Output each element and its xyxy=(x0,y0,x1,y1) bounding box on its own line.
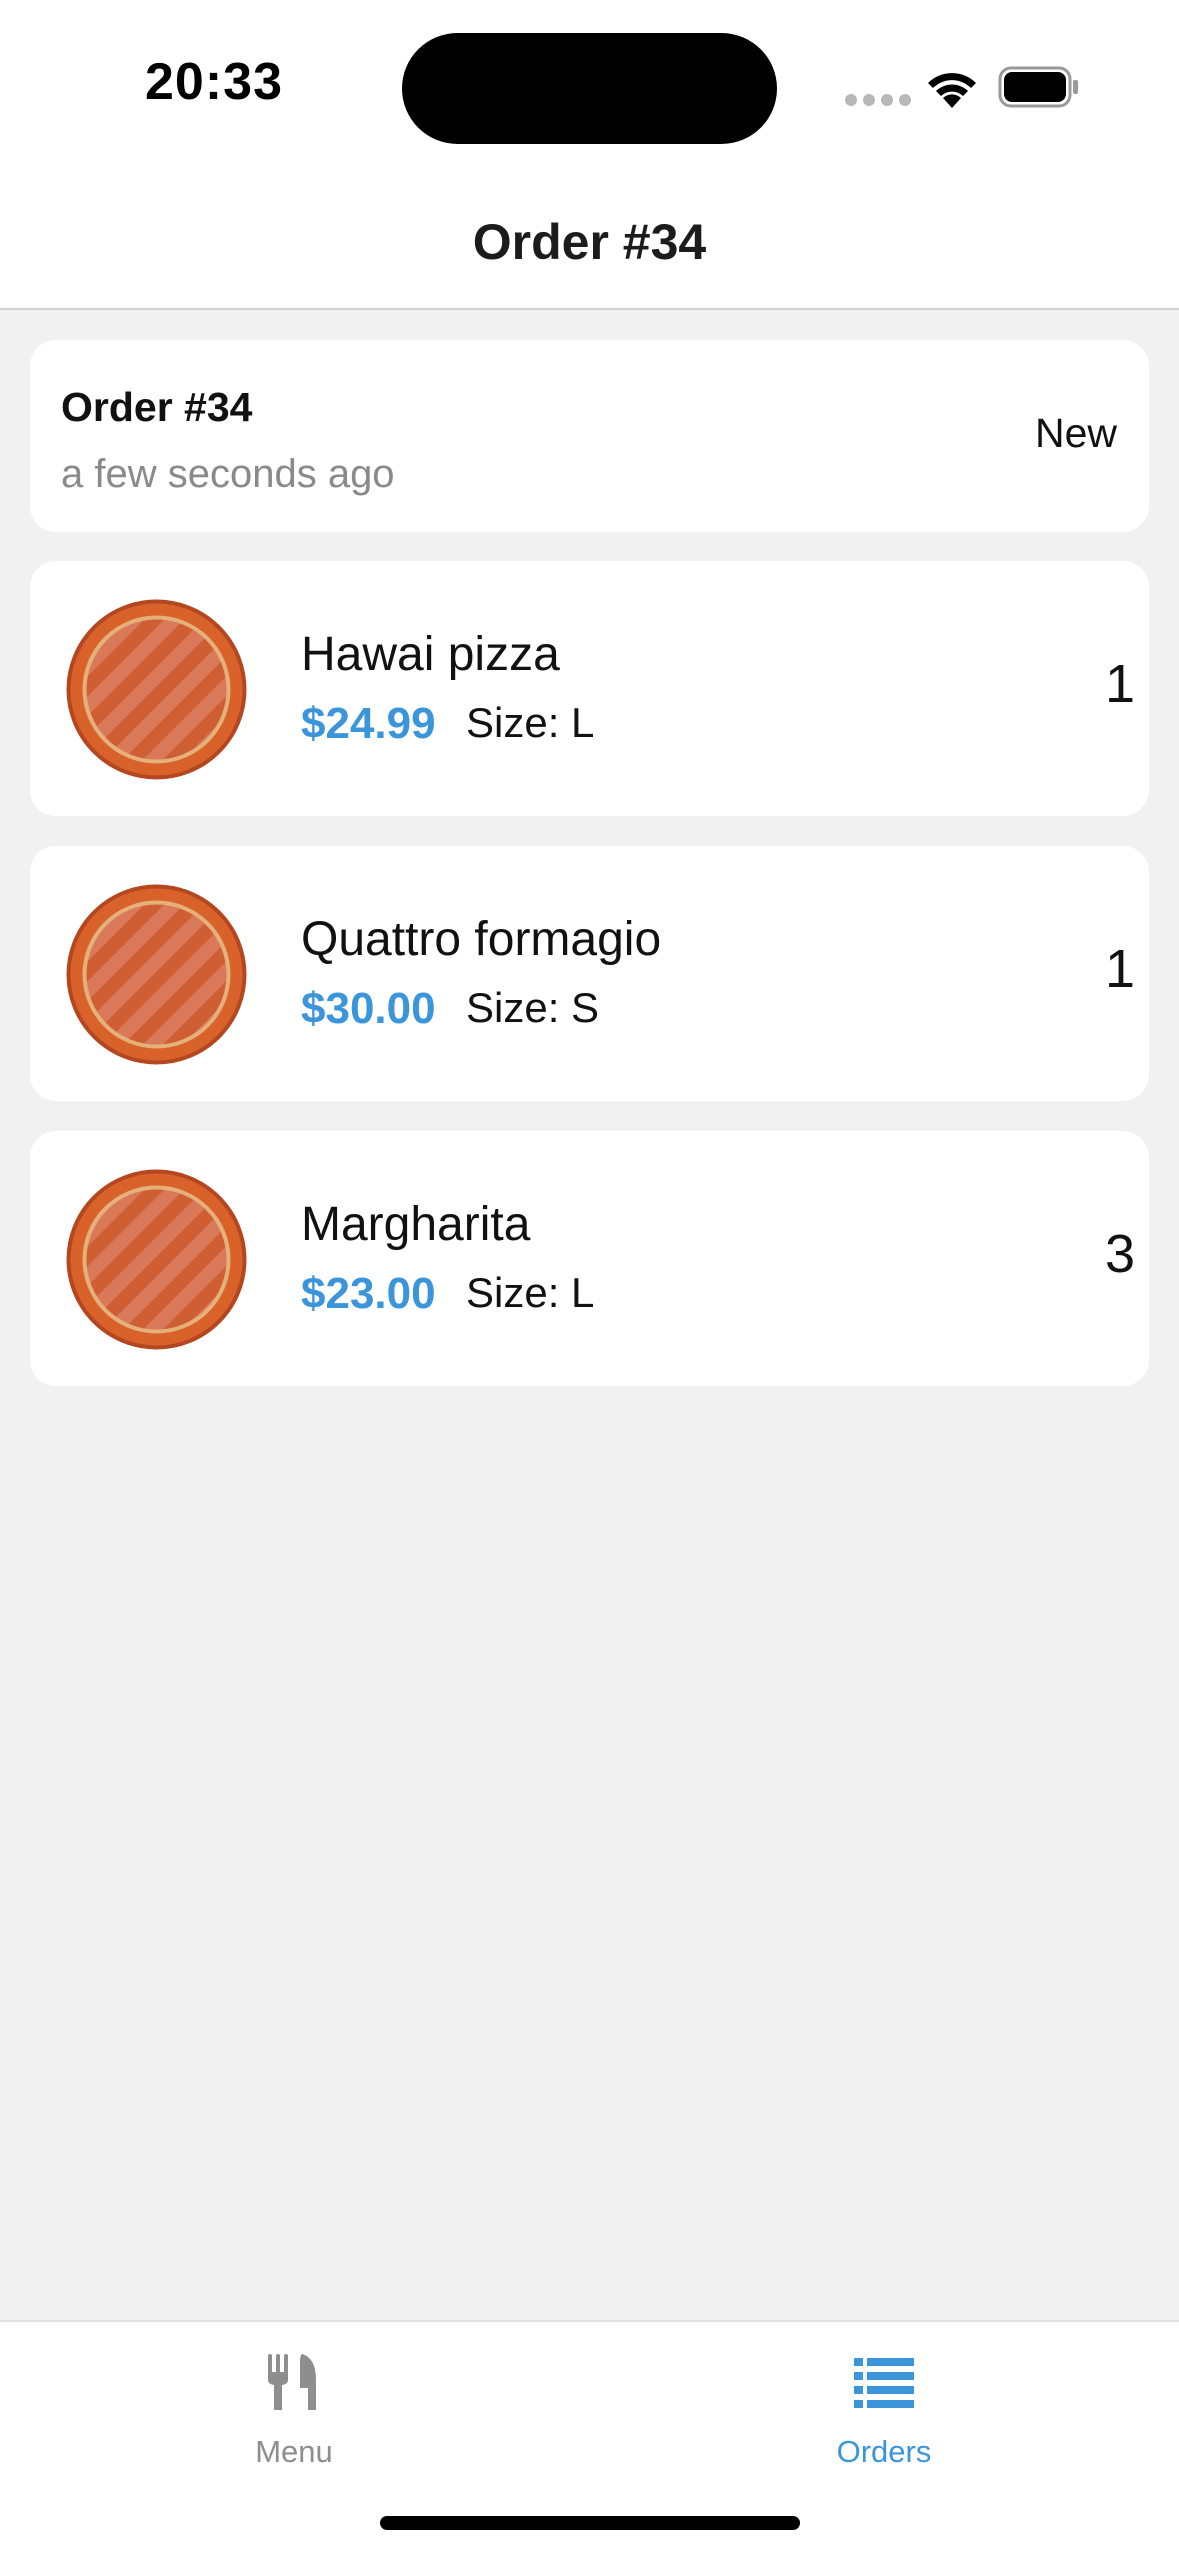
order-summary-card: Order #34 a few seconds ago New xyxy=(30,340,1149,532)
order-time: a few seconds ago xyxy=(61,452,395,496)
status-bar: 20:33 xyxy=(0,0,1179,175)
item-name: Hawai pizza xyxy=(301,628,560,681)
item-size: Size: S xyxy=(466,984,600,1031)
tab-label: Menu xyxy=(255,2434,333,2469)
order-item-card[interactable]: Margharita $23.00 Size: L 3 xyxy=(30,1131,1149,1386)
tab-label: Orders xyxy=(836,2434,932,2469)
wifi-icon xyxy=(928,73,976,108)
fork-knife-icon xyxy=(268,2354,316,2410)
item-name: Quattro formagio xyxy=(301,913,662,966)
dynamic-island xyxy=(402,33,777,144)
item-price: $30.00 xyxy=(301,984,436,1033)
status-badge: New xyxy=(1034,410,1117,456)
pizza-image xyxy=(66,884,247,1065)
item-quantity: 3 xyxy=(1104,1224,1135,1284)
page-title: Order #34 xyxy=(472,214,707,270)
item-price: $24.99 xyxy=(301,699,436,748)
pizza-image xyxy=(66,1169,247,1350)
item-price: $23.00 xyxy=(301,1269,436,1318)
cellular-signal-icon xyxy=(845,94,911,106)
list-icon xyxy=(854,2358,914,2408)
order-item-card[interactable]: Quattro formagio $30.00 Size: S 1 xyxy=(30,846,1149,1101)
order-number: Order #34 xyxy=(61,384,253,430)
item-size: Size: L xyxy=(466,1269,595,1316)
item-quantity: 1 xyxy=(1104,939,1135,999)
item-size: Size: L xyxy=(466,699,595,746)
item-quantity: 1 xyxy=(1104,654,1135,714)
home-indicator[interactable] xyxy=(380,2516,800,2530)
item-name: Margharita xyxy=(301,1198,531,1251)
navigation-header: Order #34 xyxy=(0,175,1179,310)
order-item-card[interactable]: Hawai pizza $24.99 Size: L 1 xyxy=(30,561,1149,816)
status-time: 20:33 xyxy=(145,53,283,111)
pizza-image xyxy=(66,599,247,780)
tab-orders[interactable]: Orders xyxy=(734,2322,1034,2482)
battery-icon xyxy=(998,66,1078,108)
tab-menu[interactable]: Menu xyxy=(144,2322,444,2482)
